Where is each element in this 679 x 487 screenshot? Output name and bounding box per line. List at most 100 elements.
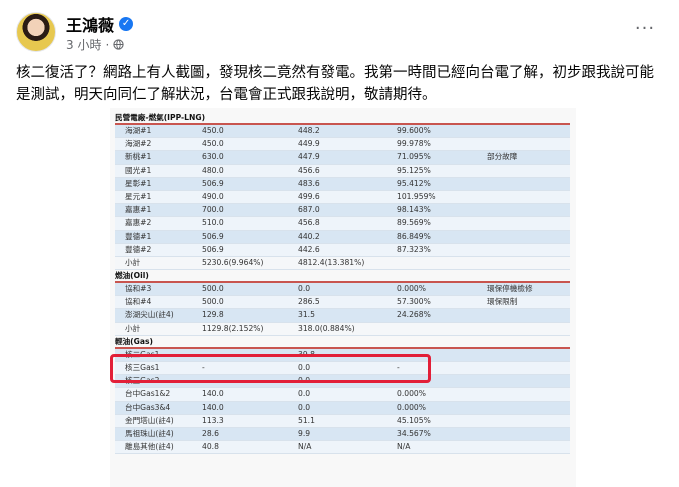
table-cell: 31.5 bbox=[298, 310, 315, 320]
table-cell: 448.2 bbox=[298, 126, 320, 135]
table-cell: 環保限制 bbox=[487, 297, 518, 307]
table-row: 海湖#2 450.0 449.9 99.978% bbox=[115, 138, 570, 152]
table-cell: 506.9 bbox=[202, 178, 224, 188]
table-cell: 71.095% bbox=[397, 152, 431, 162]
table-cell: 小計 bbox=[125, 257, 141, 267]
table-row: 新桃#1 630.0 447.9 71.095% 部分故障 bbox=[115, 151, 570, 165]
post-image[interactable]: 民營電廠-燃氣(IPP-LNG) 海湖#1 450.0 448.2 99.600% 海湖#… bbox=[110, 108, 576, 487]
table-cell: 0.000% bbox=[397, 284, 426, 294]
table-cell: 小計 bbox=[125, 323, 141, 333]
table-cell: 澎湖尖山(註4) bbox=[125, 310, 174, 320]
table-cell: 57.300% bbox=[397, 297, 431, 307]
table-row: 協和#4 500.0 286.5 57.300% 環保限制 bbox=[115, 296, 570, 310]
section-title: 輕油(Gas) bbox=[115, 336, 570, 349]
table-cell: 海湖#1 bbox=[125, 126, 152, 135]
avatar[interactable] bbox=[16, 12, 56, 52]
table-cell: 286.5 bbox=[298, 297, 320, 307]
table-cell: 95.412% bbox=[397, 178, 431, 188]
more-options-button[interactable]: ··· bbox=[627, 10, 663, 46]
table-row: 澎湖尖山(註4) 129.8 31.5 24.268% bbox=[115, 309, 570, 323]
table-cell: N/A bbox=[298, 442, 312, 452]
table-cell: 700.0 bbox=[202, 205, 224, 215]
author-line: 王鴻薇 ✓ bbox=[66, 12, 134, 36]
table-row: 離島其他(註4) 40.8 N/A N/A bbox=[115, 441, 570, 455]
highlight-box bbox=[110, 354, 431, 383]
table-cell: 95.125% bbox=[397, 165, 431, 175]
table-row: 小計 1129.8(2.152%) 318.0(0.884%) bbox=[115, 322, 570, 336]
table-cell: 1129.8(2.152%) bbox=[202, 323, 264, 333]
table-cell: 環保停機檢修 bbox=[487, 284, 533, 294]
table-row: 嘉惠#2 510.0 456.8 89.569% bbox=[115, 217, 570, 231]
table-cell: 140.0 bbox=[202, 389, 224, 399]
table-cell: 480.0 bbox=[202, 165, 224, 175]
table-cell: 豐德#1 bbox=[125, 231, 152, 241]
table-cell: 0.0 bbox=[298, 389, 311, 399]
table-cell: 449.9 bbox=[298, 139, 320, 149]
table-cell: 51.1 bbox=[298, 415, 315, 425]
section-title: 燃油(Oil) bbox=[115, 270, 570, 284]
table-cell: 447.9 bbox=[298, 152, 320, 162]
table-cell: 140.0 bbox=[202, 402, 224, 412]
post-time[interactable]: 3 小時 bbox=[66, 36, 101, 53]
table-row: 星元#1 490.0 499.6 101.959% bbox=[115, 190, 570, 205]
table-cell: 456.6 bbox=[298, 165, 320, 175]
post-header: 王鴻薇 ✓ 3 小時 · ··· bbox=[16, 10, 663, 54]
post-text: 核二復活了？網路上有人截圖，發現核二竟然有發電。我第一時間已經向台電了解，初步跟… bbox=[16, 65, 654, 103]
table-cell: 國光#1 bbox=[125, 165, 152, 175]
table-cell: 0.0 bbox=[298, 402, 311, 412]
table-cell: 24.268% bbox=[397, 310, 431, 320]
table-cell: 部分故障 bbox=[487, 152, 518, 162]
meta-separator: · bbox=[105, 37, 110, 52]
table-cell: 海湖#2 bbox=[125, 139, 152, 149]
table-row: 協和#3 500.0 0.0 0.000% 環保停機檢修 bbox=[115, 283, 570, 297]
table-row: 台中Gas1&2 140.0 0.0 0.000% bbox=[115, 388, 570, 402]
author-name[interactable]: 王鴻薇 bbox=[66, 12, 114, 36]
table-cell: 318.0(0.884%) bbox=[298, 323, 355, 333]
section-title: 民營電廠-燃氣(IPP-LNG) bbox=[115, 112, 570, 125]
table-cell: 離島其他(註4) bbox=[125, 442, 174, 452]
table-cell: 嘉惠#1 bbox=[125, 205, 152, 215]
table-cell: 129.8 bbox=[202, 310, 224, 320]
table-cell: 506.9 bbox=[202, 244, 224, 254]
power-table: 民營電廠-燃氣(IPP-LNG) 海湖#1 450.0 448.2 99.600% 海湖#… bbox=[115, 112, 570, 455]
table-cell: 豐德#2 bbox=[125, 244, 152, 254]
table-cell: 金門塔山(註4) bbox=[125, 415, 174, 425]
table-cell: 台中Gas3&4 bbox=[125, 402, 171, 412]
table-cell: 4812.4(13.381%) bbox=[298, 257, 365, 267]
table-cell: 馬祖珠山(註4) bbox=[125, 428, 174, 438]
table-cell: 99.978% bbox=[397, 139, 431, 149]
table-cell: 新桃#1 bbox=[125, 152, 152, 162]
table-cell: 0.000% bbox=[397, 389, 426, 399]
table-cell: 483.6 bbox=[298, 178, 320, 188]
table-cell: 499.6 bbox=[298, 191, 320, 201]
table-cell: 500.0 bbox=[202, 284, 224, 294]
table-row: 星彰#1 506.9 483.6 95.412% bbox=[115, 177, 570, 191]
table-cell: 5230.6(9.964%) bbox=[202, 257, 264, 267]
table-row: 嘉惠#1 700.0 687.0 98.143% bbox=[115, 204, 570, 218]
table-cell: 星元#1 bbox=[125, 191, 152, 201]
table-cell: 687.0 bbox=[298, 205, 320, 215]
table-cell: 442.6 bbox=[298, 244, 320, 254]
table-row: 國光#1 480.0 456.6 95.125% bbox=[115, 164, 570, 178]
table-cell: 98.143% bbox=[397, 205, 431, 215]
table-cell: 40.8 bbox=[202, 442, 219, 452]
table-cell: 協和#4 bbox=[125, 297, 152, 307]
table-cell: 45.105% bbox=[397, 415, 431, 425]
table-cell: 450.0 bbox=[202, 139, 224, 149]
table-cell: 0.000% bbox=[397, 402, 426, 412]
table-cell: 34.567% bbox=[397, 428, 431, 438]
table-row: 豐德#2 506.9 442.6 87.323% bbox=[115, 243, 570, 257]
table-cell: 86.849% bbox=[397, 231, 431, 241]
table-cell: 500.0 bbox=[202, 297, 224, 307]
verified-badge-icon: ✓ bbox=[119, 17, 134, 31]
table-row: 台中Gas3&4 140.0 0.0 0.000% bbox=[115, 401, 570, 415]
globe-icon bbox=[113, 39, 124, 50]
table-cell: 450.0 bbox=[202, 126, 224, 135]
table-cell: 協和#3 bbox=[125, 284, 152, 294]
table-cell: 456.8 bbox=[298, 218, 320, 228]
table-cell: 89.569% bbox=[397, 218, 431, 228]
table-cell: 星彰#1 bbox=[125, 178, 152, 188]
table-row: 金門塔山(註4) 113.3 51.1 45.105% bbox=[115, 414, 570, 428]
table-row: 海湖#1 450.0 448.2 99.600% bbox=[115, 125, 570, 139]
table-row: 豐德#1 506.9 440.2 86.849% bbox=[115, 230, 570, 244]
